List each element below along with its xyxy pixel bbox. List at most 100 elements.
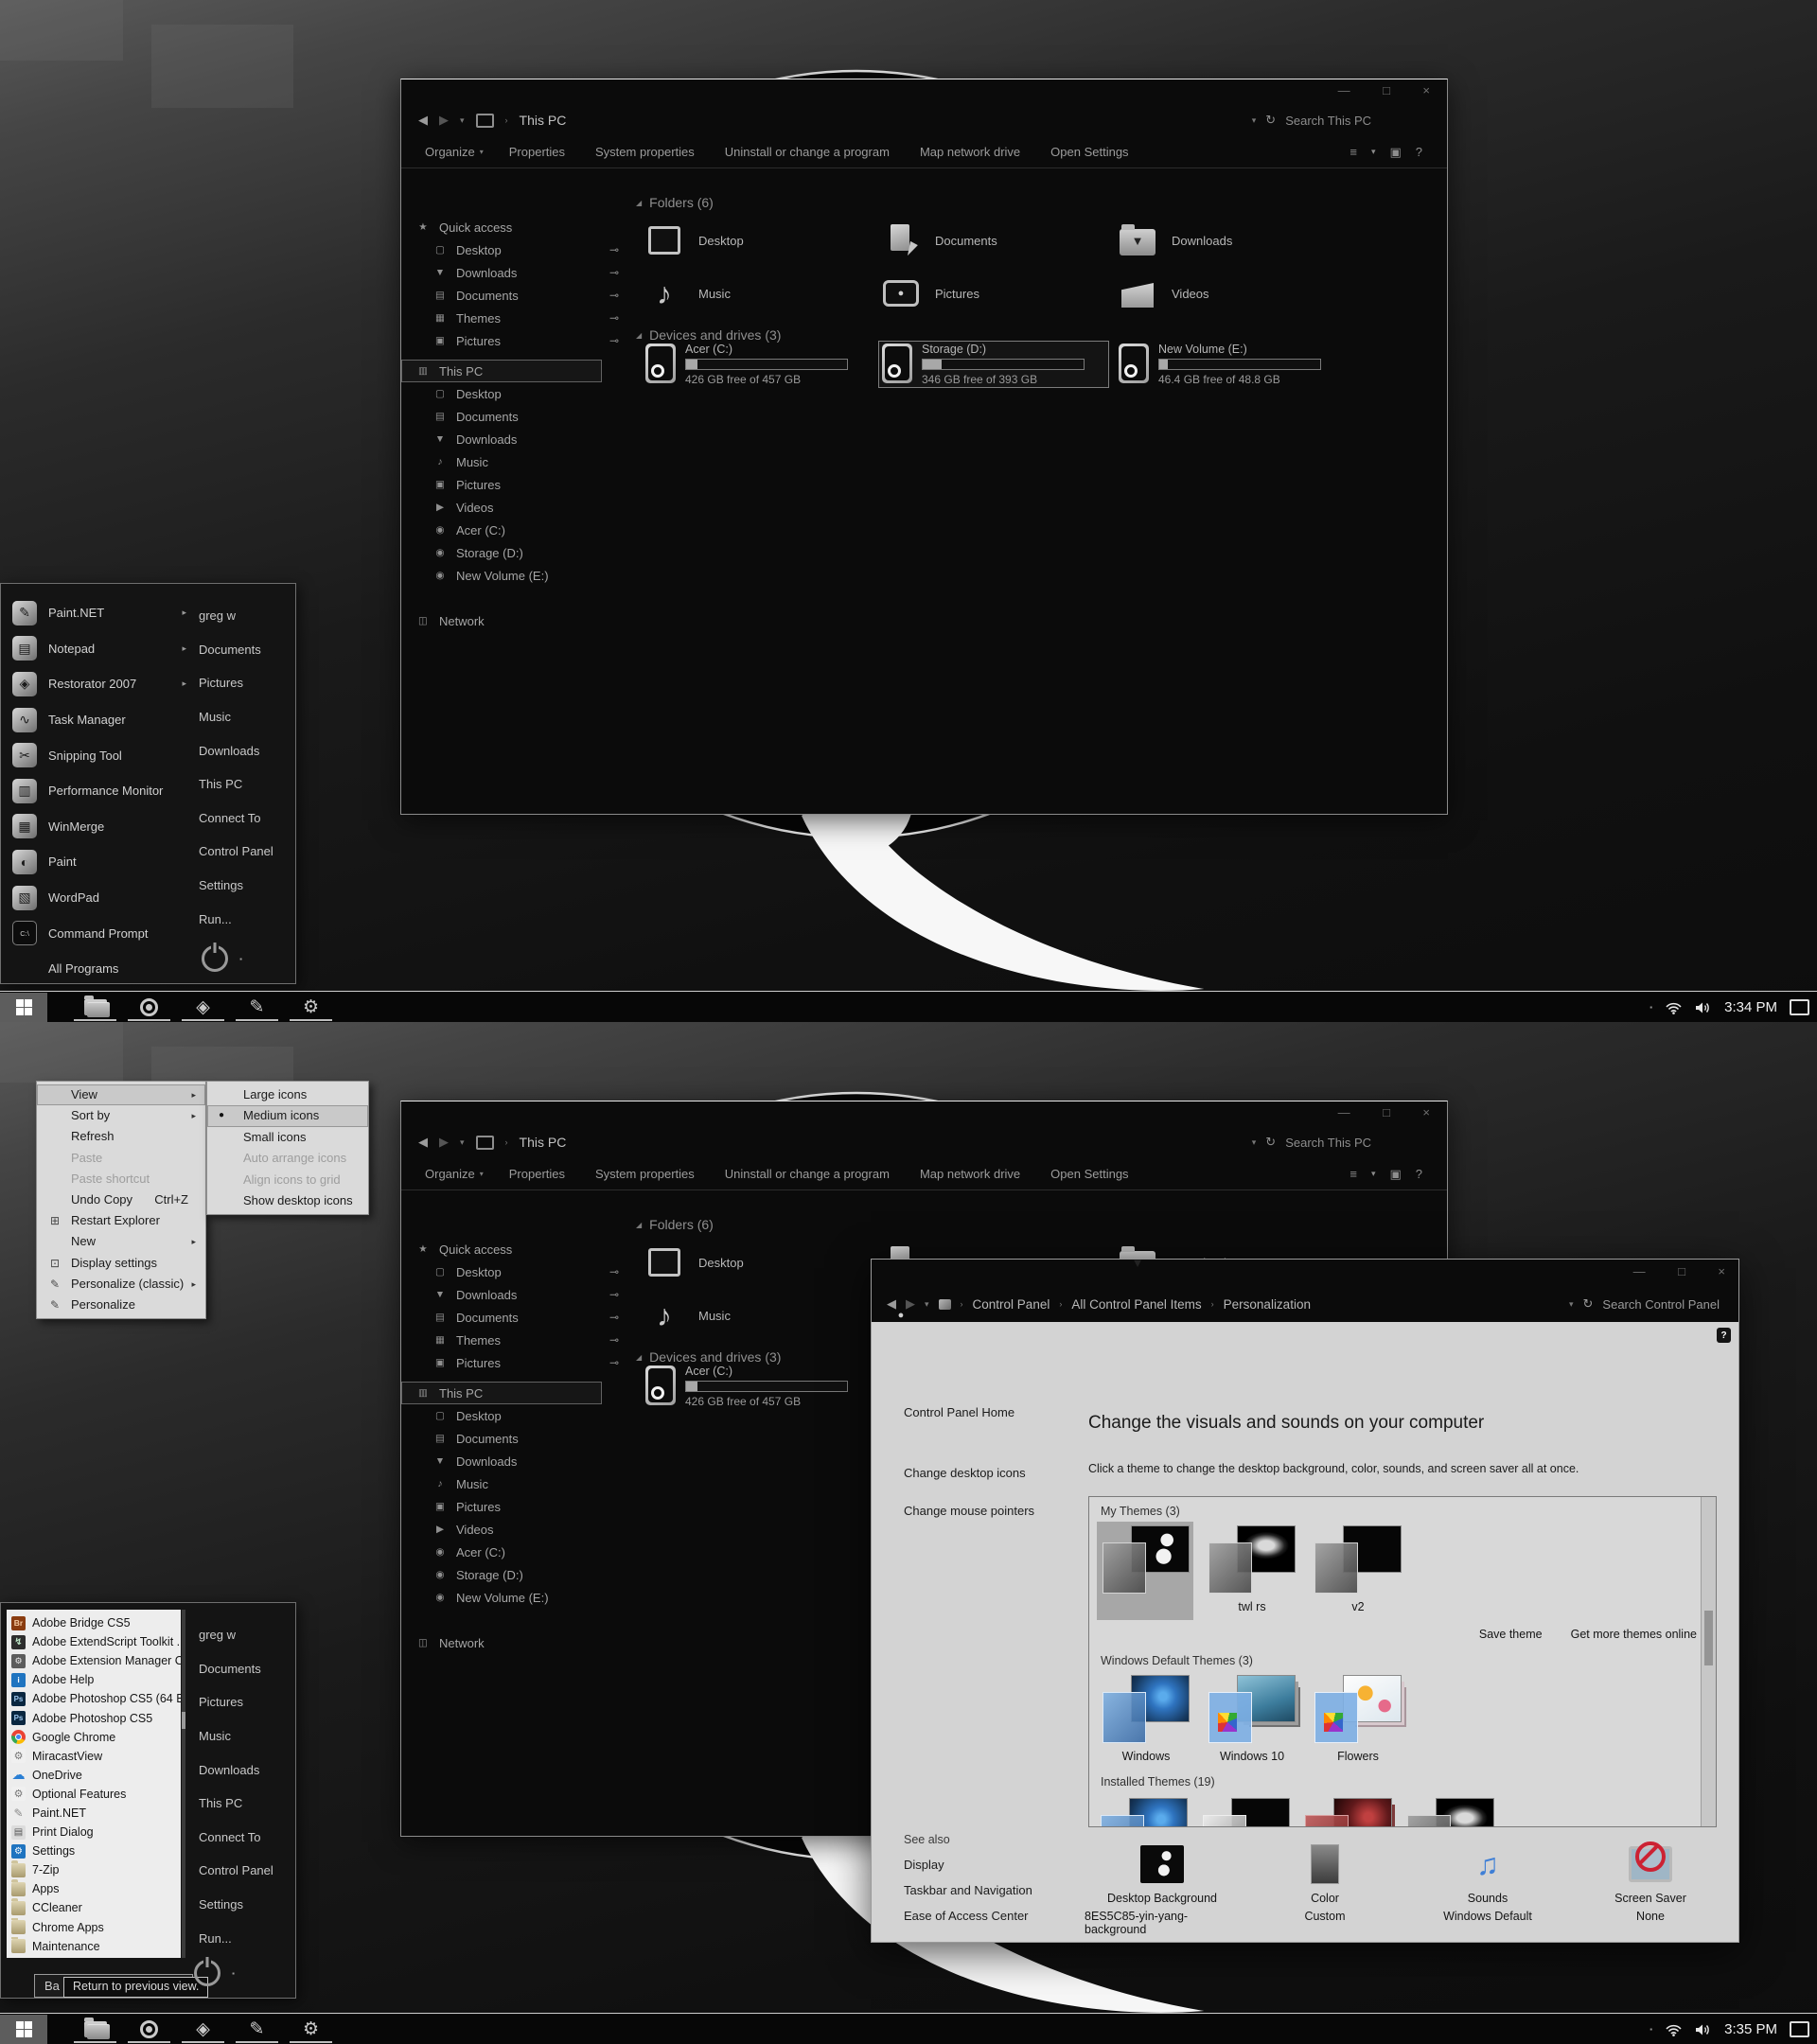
toolbar-button[interactable]: System properties <box>595 145 699 159</box>
start-menu-item[interactable]: C:\ Command Prompt <box>12 915 190 951</box>
context-menu-item[interactable]: Sort by ▸ <box>37 1105 205 1126</box>
folder-tile[interactable]: Documents <box>878 218 1115 263</box>
context-menu-item[interactable]: ⊡ Display settings <box>37 1253 205 1274</box>
submenu-item[interactable]: ● Medium icons <box>207 1105 368 1126</box>
title-bar[interactable]: — □ × <box>872 1260 1738 1286</box>
refresh-icon[interactable]: ↻ <box>1265 113 1276 128</box>
theme-tile[interactable]: Windows <box>1099 1675 1193 1764</box>
drive-tile[interactable]: Acer (C:) 426 GB free of 457 GB <box>642 341 873 388</box>
program-item[interactable]: Google Chrome <box>11 1728 181 1747</box>
speaker-icon[interactable] <box>1695 1001 1712 1014</box>
taskbar-file-explorer-button[interactable] <box>68 2015 122 2044</box>
power-button[interactable] <box>194 1960 221 1986</box>
sidebar-item[interactable]: ◉ Acer (C:) ⊸ <box>401 1541 619 1563</box>
taskbar-settings-button[interactable]: ⚙ <box>284 993 338 1022</box>
sidebar-item[interactable]: ◫ Network ⊸ <box>401 609 602 632</box>
theme-tile[interactable] <box>1201 1798 1292 1827</box>
submenu-item[interactable]: Align icons to grid <box>207 1170 368 1190</box>
sidebar-item[interactable]: ◉ Storage (D:) ⊸ <box>401 541 619 564</box>
taskbar-paint-net-button[interactable]: ✎ <box>230 2015 284 2044</box>
minimize-button[interactable]: — <box>1338 1105 1350 1119</box>
program-item[interactable]: Chrome Apps <box>11 1918 181 1937</box>
sidebar-item[interactable]: ▢ Desktop ⊸ <box>401 1260 619 1283</box>
minimize-button[interactable]: — <box>1338 83 1350 97</box>
program-item[interactable]: ⚙ Optional Features <box>11 1785 181 1804</box>
back-button[interactable]: ◀ <box>418 1135 428 1150</box>
toolbar-button[interactable]: Map network drive <box>920 145 1025 159</box>
toolbar-button[interactable]: Organize ▾ <box>425 1167 484 1181</box>
start-menu-item[interactable]: ✂ Snipping Tool <box>12 737 190 773</box>
sidebar-item[interactable]: ★ Quick access ⊸ <box>401 216 602 238</box>
back-button[interactable]: ◀ <box>887 1296 896 1312</box>
wifi-icon[interactable] <box>1665 1001 1683 1014</box>
program-item[interactable]: Br Adobe Bridge CS5 <box>11 1613 181 1632</box>
submenu-item[interactable]: Show desktop icons <box>207 1190 368 1211</box>
toolbar-button[interactable]: Uninstall or change a program <box>725 1167 894 1181</box>
drive-tile[interactable]: New Volume (E:) 46.4 GB free of 48.8 GB <box>1115 341 1346 388</box>
sidebar-item[interactable]: ▣ Pictures ⊸ <box>401 329 619 352</box>
maximize-button[interactable]: □ <box>1678 1264 1685 1278</box>
collapse-icon[interactable]: ◢ <box>636 1221 642 1229</box>
details-view-icon[interactable]: ≡ <box>1350 145 1357 159</box>
chevron-down-icon[interactable]: ▾ <box>1371 1169 1376 1179</box>
folder-tile[interactable]: ♪ Music <box>642 1293 878 1338</box>
submenu-item[interactable]: Small icons <box>207 1127 368 1148</box>
start-menu-place[interactable]: Documents <box>189 1652 295 1686</box>
start-menu-place[interactable]: Control Panel <box>189 1854 295 1888</box>
control-panel-home-link[interactable]: Control Panel Home <box>904 1405 1014 1419</box>
context-menu-item[interactable]: Undo Copy Ctrl+Z <box>37 1189 205 1210</box>
program-item[interactable]: ⚙ Settings <box>11 1841 181 1860</box>
folder-tile[interactable]: Desktop <box>642 218 878 263</box>
forward-button[interactable]: ▶ <box>439 113 449 128</box>
sidebar-item[interactable]: ♪ Music ⊸ <box>401 1472 619 1495</box>
breadcrumb-personalization[interactable]: Personalization <box>1224 1297 1311 1312</box>
theme-component[interactable]: Screen Saver None <box>1573 1841 1728 1936</box>
folders-group-header[interactable]: ◢ Folders (6) <box>636 1217 714 1232</box>
start-menu-place[interactable]: Music <box>189 1719 295 1753</box>
start-button[interactable] <box>0 2015 47 2044</box>
maximize-button[interactable]: □ <box>1383 83 1390 97</box>
start-menu-place[interactable]: Downloads <box>189 1753 295 1787</box>
theme-tile[interactable] <box>1099 1525 1193 1614</box>
taskbar-settings-button[interactable]: ⚙ <box>284 2015 338 2044</box>
taskbar-file-explorer-button[interactable] <box>68 993 122 1022</box>
recent-locations-icon[interactable]: ▾ <box>460 115 465 126</box>
toolbar-button[interactable]: Properties <box>509 145 570 159</box>
program-item[interactable]: Ps Adobe Photoshop CS5 <box>11 1708 181 1727</box>
show-hidden-icons-button[interactable]: ▪ <box>1649 2025 1652 2034</box>
minimize-button[interactable]: — <box>1633 1264 1646 1278</box>
program-item[interactable]: ▤ Print Dialog <box>11 1823 181 1841</box>
sidebar-item[interactable]: ♪ Music ⊸ <box>401 450 619 473</box>
power-options-arrow-icon[interactable]: ▪ <box>232 1969 235 1978</box>
theme-tile[interactable]: Flowers <box>1311 1675 1405 1764</box>
drive-tile[interactable]: Storage (D:) 346 GB free of 393 GB <box>878 341 1109 388</box>
folder-tile[interactable]: Desktop <box>642 1240 878 1285</box>
speaker-icon[interactable] <box>1695 2023 1712 2036</box>
folder-tile[interactable]: Videos <box>1115 271 1351 316</box>
folder-tile[interactable]: ▼ Downloads <box>1115 218 1351 263</box>
program-item[interactable]: Ps Adobe Photoshop CS5 (64 B... <box>11 1689 181 1708</box>
start-menu-item[interactable]: ◈ Restorator 2007 ▸ <box>12 666 190 702</box>
sidebar-item[interactable]: ◉ Storage (D:) ⊸ <box>401 1563 619 1586</box>
folder-tile[interactable]: ♪ Music <box>642 271 878 316</box>
start-button[interactable] <box>0 993 47 1022</box>
sidebar-item[interactable]: ▦ Themes ⊸ <box>401 307 619 329</box>
taskbar-paint-net-button[interactable]: ✎ <box>230 993 284 1022</box>
wifi-icon[interactable] <box>1665 2023 1683 2036</box>
drive-tile[interactable]: Acer (C:) 426 GB free of 457 GB <box>642 1363 873 1410</box>
program-item[interactable]: i Adobe Help <box>11 1670 181 1689</box>
collapse-icon[interactable]: ◢ <box>636 1353 642 1362</box>
taskbar-restorator-button[interactable]: ◈ <box>176 2015 230 2044</box>
sidebar-item[interactable]: ▣ Pictures ⊸ <box>401 1351 619 1374</box>
start-menu-item[interactable]: All Programs <box>12 951 190 987</box>
sidebar-item[interactable]: ◉ New Volume (E:) ⊸ <box>401 1586 619 1609</box>
start-menu-item[interactable]: ▥ Performance Monitor <box>12 773 190 809</box>
themes-scrollbar[interactable] <box>1701 1497 1716 1826</box>
sidebar-item[interactable]: ▥ This PC ⊸ <box>401 360 602 382</box>
help-icon[interactable]: ? <box>1416 145 1422 159</box>
clock[interactable]: 3:35 PM <box>1724 2021 1777 2037</box>
folder-tile[interactable]: ● Pictures <box>878 271 1115 316</box>
context-menu-item[interactable]: Paste <box>37 1148 205 1169</box>
sidebar-item[interactable]: ▣ Pictures ⊸ <box>401 473 619 496</box>
context-menu-item[interactable]: New ▸ <box>37 1231 205 1252</box>
